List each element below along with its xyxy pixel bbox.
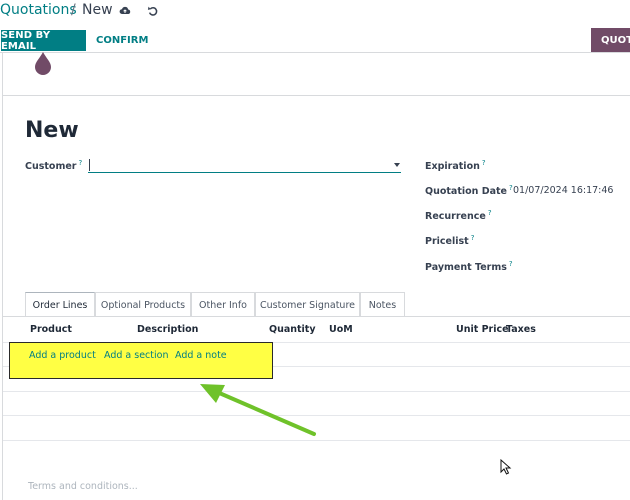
breadcrumb-current: New [82,2,113,18]
column-header-taxes[interactable]: Taxes [506,324,536,335]
quotation-status-button[interactable]: QUOTA [591,28,630,52]
quotation-date-field[interactable]: 01/07/2024 16:17:46 [513,185,613,196]
tab-notes[interactable]: Notes [360,292,405,317]
column-header-quantity[interactable]: Quantity [269,324,316,335]
breadcrumb-separator: / [71,2,76,18]
tab-customer-signature[interactable]: Customer Signature [255,292,360,317]
column-header-product[interactable]: Product [30,324,72,335]
help-icon[interactable]: ? [482,159,486,167]
breadcrumb-quotations[interactable]: Quotations [0,2,77,18]
tab-optional-products[interactable]: Optional Products [95,292,191,317]
chevron-down-icon[interactable] [394,163,400,167]
help-icon[interactable]: ? [488,209,492,217]
sheet-top-divider [3,95,630,96]
recurrence-label: Recurrence? [425,209,492,223]
annotation-arrow-icon [200,384,316,436]
help-icon[interactable]: ? [79,159,83,167]
column-header-uom[interactable]: UoM [329,324,353,335]
column-header-description[interactable]: Description [137,324,198,335]
help-icon[interactable]: ? [509,260,513,268]
customer-field[interactable] [88,156,401,173]
tab-order-lines[interactable]: Order Lines [25,292,95,317]
record-title: New [25,118,79,143]
expiration-label: Expiration? [425,159,486,173]
tab-other-info[interactable]: Other Info [191,292,255,317]
pricelist-label: Pricelist? [425,234,475,248]
add-section-link[interactable]: Add a section [104,350,168,361]
column-header-unit-price[interactable]: Unit Price [456,324,509,335]
help-icon[interactable]: ? [471,234,475,242]
undo-icon[interactable] [147,5,159,17]
terms-and-conditions-input[interactable]: Terms and conditions... [28,481,138,492]
action-bar: SEND BY EMAIL CONFIRM [0,28,630,53]
mouse-cursor-icon [500,459,512,475]
terms-divider [3,440,630,441]
breadcrumb: Quotations / New [0,0,630,24]
text-caret [89,159,90,171]
sheet-border [2,53,3,500]
confirm-button[interactable]: CONFIRM [96,35,148,46]
send-by-email-button[interactable]: SEND BY EMAIL [1,30,86,52]
add-product-link[interactable]: Add a product [29,350,96,361]
quotation-date-label: Quotation Date? [425,184,513,198]
customer-label: Customer? [25,159,83,173]
cloud-upload-icon[interactable] [119,5,131,17]
payment-terms-label: Payment Terms? [425,260,513,274]
add-note-link[interactable]: Add a note [175,350,227,361]
tabs-divider [3,316,630,317]
drag-handle-icon[interactable] [33,52,53,76]
